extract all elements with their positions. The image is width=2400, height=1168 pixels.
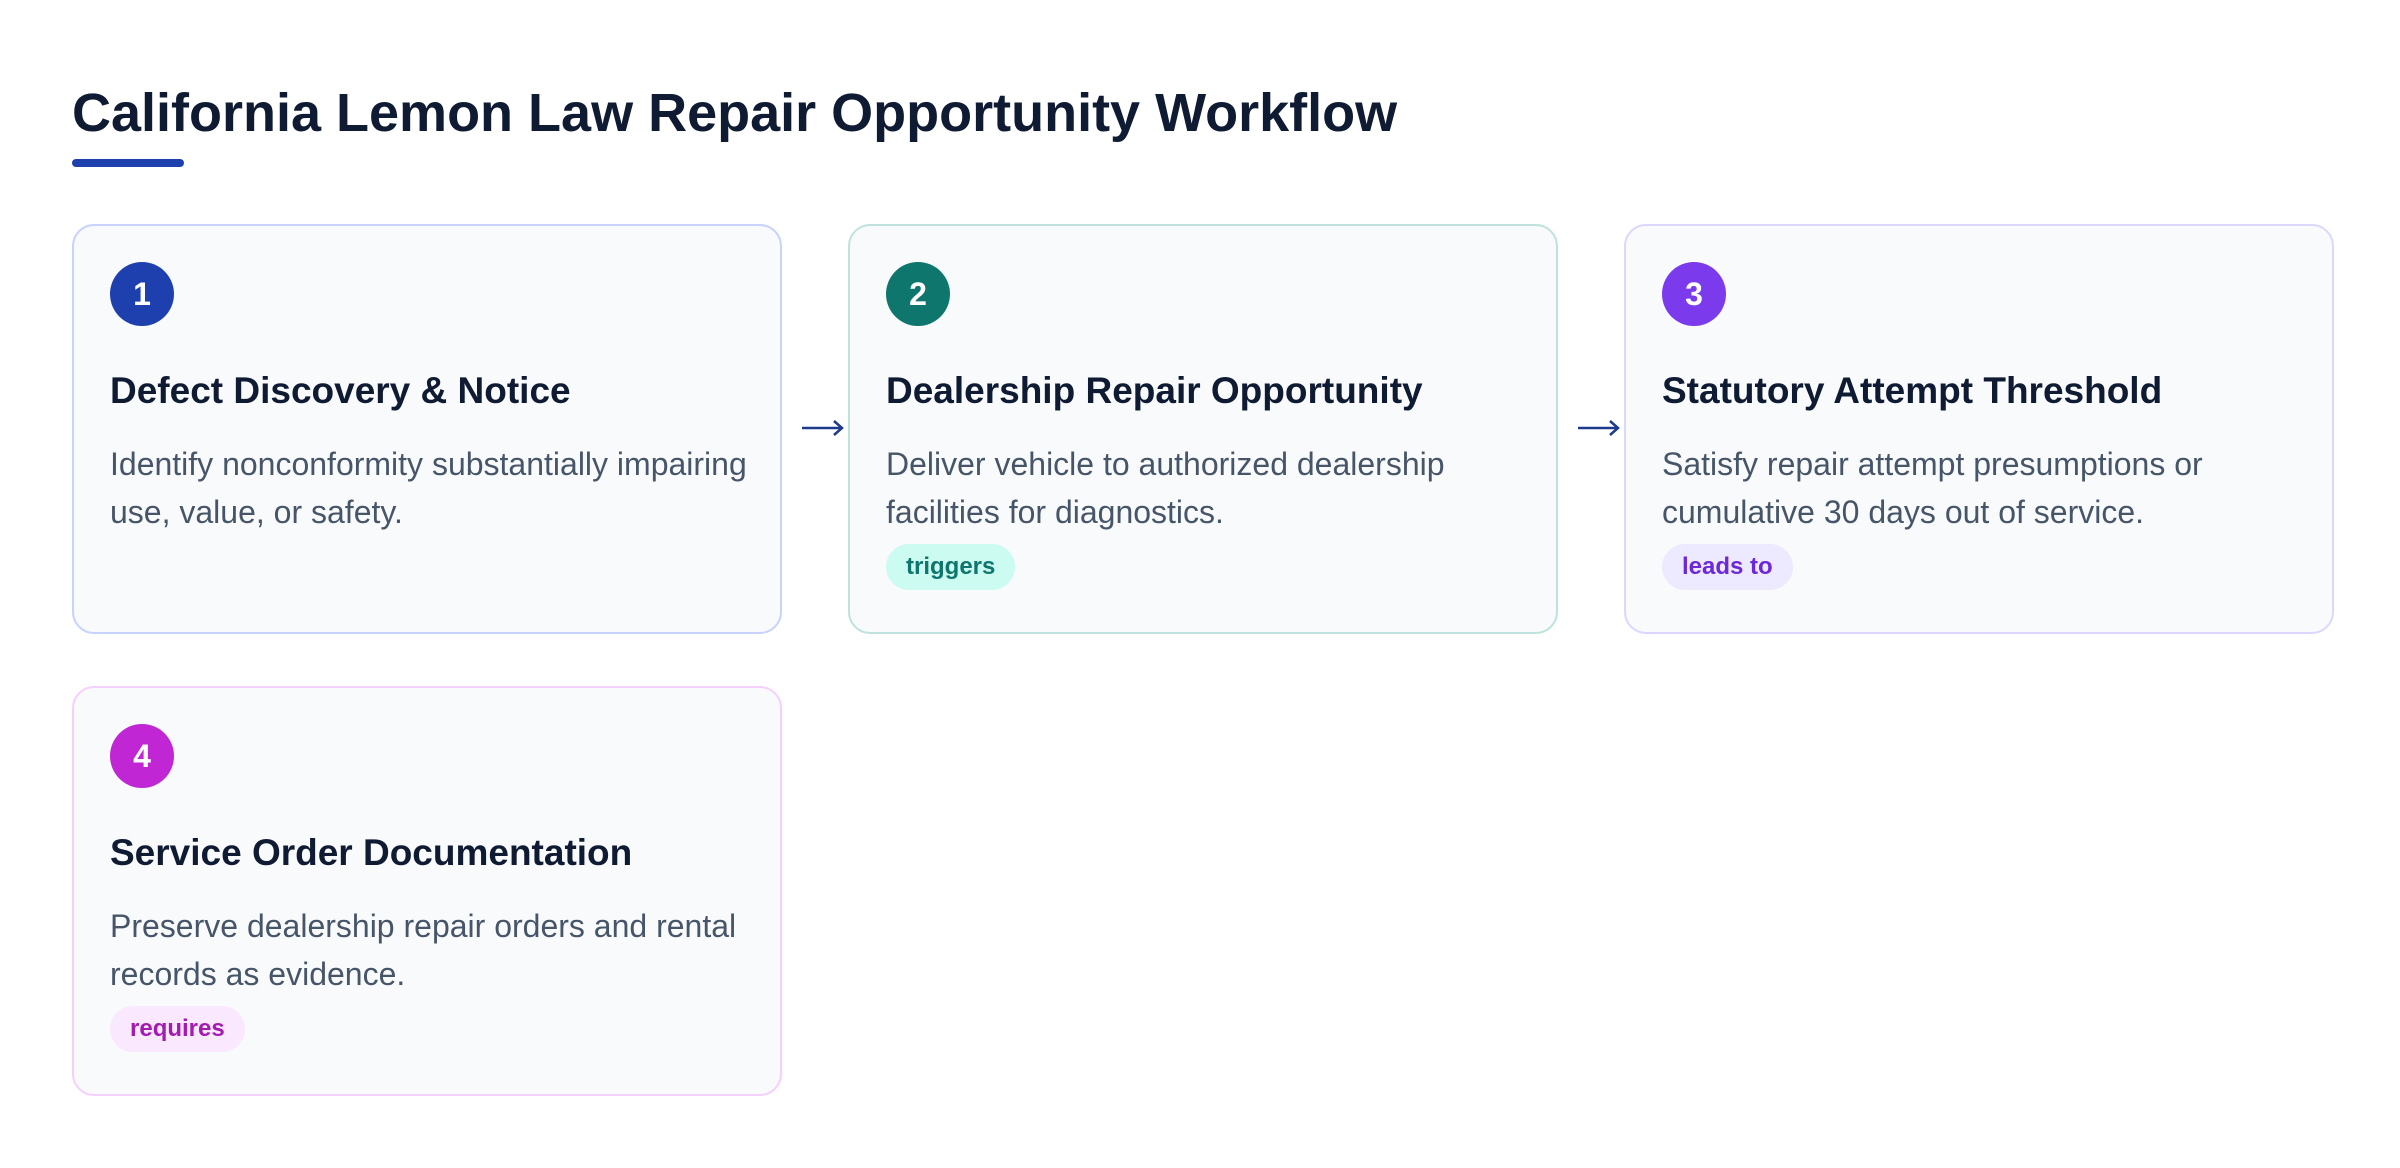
workflow-page: California Lemon Law Repair Opportunity … [72,0,2334,1168]
step-title: Defect Discovery & Notice [110,370,571,411]
step-description: Deliver vehicle to authorized dealership… [886,446,1445,530]
step-card-1: 1 Defect Discovery & Notice Identify non… [72,224,782,634]
relation-tag: triggers [886,544,1016,590]
step-number-badge: 1 [110,262,174,326]
title-underline [72,159,184,167]
relation-tag: requires [110,1006,245,1052]
step-title: Dealership Repair Opportunity [886,370,1423,411]
step-card-2: 2 Dealership Repair Opportunity Deliver … [848,224,1558,634]
step-title: Statutory Attempt Threshold [1662,370,2163,411]
step-card-4: 4 Service Order Documentation Preserve d… [72,686,782,1096]
right-arrow-icon [1578,420,1620,436]
step-description: Satisfy repair attempt presumptions or c… [1662,446,2203,530]
step-description: Preserve dealership repair orders and re… [110,908,737,992]
step-title: Service Order Documentation [110,832,633,873]
relation-tag: leads to [1662,544,1793,590]
step-number-badge: 4 [110,724,174,788]
step-description: Identify nonconformity substantially imp… [110,446,747,530]
step-card-3: 3 Statutory Attempt Threshold Satisfy re… [1624,224,2334,634]
step-number-badge: 3 [1662,262,1726,326]
right-arrow-icon [802,420,844,436]
step-number-badge: 2 [886,262,950,326]
page-title: California Lemon Law Repair Opportunity … [72,83,1398,143]
